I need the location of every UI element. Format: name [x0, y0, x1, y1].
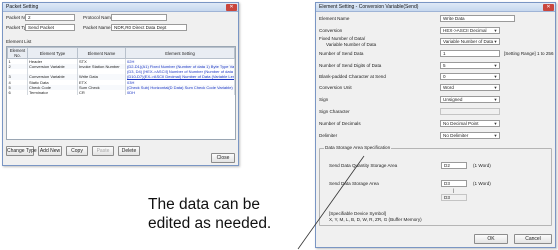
column-header[interactable]: Element No.	[7, 47, 28, 59]
ok-button[interactable]: OK	[474, 234, 508, 244]
protocol-name-field[interactable]	[111, 14, 167, 21]
element-setting-window: Element Setting - Conversion Variable(Se…	[315, 2, 556, 248]
data-storage-group-title: Data Storage Area Specification	[324, 145, 392, 151]
element-name-field[interactable]: Write Data	[440, 15, 515, 22]
setting-range-text: [Setting Range] 1 to 256	[504, 51, 554, 56]
paste-button[interactable]: Paste	[92, 146, 114, 156]
decimals-value: No Decimal Point	[443, 121, 479, 126]
conversion-unit-label: Conversion Unit	[319, 85, 352, 90]
packet-window-title: Packet Setting	[6, 4, 39, 10]
chevron-down-icon: ▼	[493, 97, 498, 102]
send-area-end-field: D3	[441, 194, 467, 201]
chevron-down-icon: ▼	[493, 121, 498, 126]
blank-padded-value: 0	[443, 74, 446, 79]
conversion-label: Conversion	[319, 28, 343, 33]
caption-line-2: edited as needed.	[148, 215, 272, 232]
conversion-select[interactable]: HEX->ASCII Decimal ▼	[440, 27, 500, 34]
element-list-table: Element No. Element Type Element Name El…	[6, 46, 236, 140]
chevron-down-icon: ▼	[493, 28, 498, 33]
number-of-send-data-label: Number of Send Data	[319, 51, 364, 56]
packet-type-field: Send Packet	[25, 24, 75, 31]
element-window-title: Element Setting - Conversion Variable(Se…	[319, 4, 419, 10]
protocol-name-label: Protocol Name	[83, 15, 114, 20]
sign-character-label: Sign Character	[319, 109, 350, 114]
send-quantity-field[interactable]: D2	[441, 162, 467, 169]
blank-padded-label: Blank-padded Character at Send	[319, 74, 386, 79]
column-header[interactable]: Element Name	[77, 47, 126, 59]
cell-no: 6	[7, 89, 28, 96]
send-area-unit: (1 Word)	[473, 181, 491, 186]
delimiter-select[interactable]: No Delimiter ▼	[440, 132, 500, 139]
chevron-down-icon: ▼	[493, 74, 498, 79]
fixed-variable-value: Variable Number of Data	[443, 39, 494, 44]
device-symbol-list: X, Y, M, L, B, D, W, R, ZR, G (Buffer Me…	[329, 217, 422, 222]
send-digits-select[interactable]: 5 ▼	[440, 62, 500, 69]
packet-setting-window: Packet Setting ✕ Packet No. 2 Protocol N…	[2, 2, 239, 166]
send-digits-value: 5	[443, 63, 446, 68]
fixed-variable-select[interactable]: Variable Number of Data ▼	[440, 38, 500, 45]
callout-caption: The data can be edited as needed.	[148, 195, 271, 233]
send-digits-label: Number of Send Digits of Data	[319, 63, 382, 68]
close-icon[interactable]: ✕	[226, 4, 237, 11]
packet-window-titlebar: Packet Setting ✕	[3, 3, 238, 12]
data-storage-groupbox: Data Storage Area Specification Send Dat…	[319, 145, 552, 226]
conversion-value: HEX->ASCII Decimal	[443, 28, 487, 33]
send-area-label: Send Data Storage Area	[329, 181, 379, 186]
cell-setting-link[interactable]: 0DH	[125, 89, 235, 96]
cell-name: CR	[77, 89, 126, 96]
column-header[interactable]: Element Setting	[125, 47, 235, 59]
delimiter-value: No Delimiter	[443, 133, 469, 138]
send-quantity-unit: (1 Word)	[473, 163, 491, 168]
add-new-button[interactable]: Add New	[38, 146, 62, 156]
cell-name: Invoke Station Number	[77, 64, 126, 70]
decimals-label: Number of Decimals	[319, 121, 361, 126]
number-of-send-data-field[interactable]: 1	[440, 50, 500, 57]
close-button[interactable]: Close	[211, 153, 235, 163]
column-header[interactable]: Element Type	[27, 47, 78, 59]
sign-label: Sign	[319, 97, 329, 102]
delete-button[interactable]: Delete	[118, 146, 140, 156]
blank-padded-select[interactable]: 0 ▼	[440, 73, 500, 80]
sign-select[interactable]: Unsigned ▼	[440, 96, 500, 103]
change-type-button[interactable]: Change Type	[6, 146, 37, 156]
table-header-row: Element No. Element Type Element Name El…	[7, 47, 235, 59]
chevron-down-icon: ▼	[493, 63, 498, 68]
packet-name-field[interactable]: NDR,R0 Direct Data Dept	[111, 24, 187, 31]
send-quantity-label: Send Data Quantity Storage Area	[329, 163, 398, 168]
packet-name-label: Packet Name	[83, 25, 111, 30]
close-icon[interactable]: ✕	[543, 4, 554, 11]
element-window-titlebar: Element Setting - Conversion Variable(Se…	[316, 3, 555, 12]
send-area-start-field[interactable]: D3	[441, 180, 467, 187]
packet-no-field[interactable]: 2	[25, 14, 75, 21]
conversion-unit-select[interactable]: Word ▼	[440, 84, 500, 91]
sign-value: Unsigned	[443, 97, 463, 102]
element-name-label: Element Name	[319, 16, 350, 21]
delimiter-label: Delimiter	[319, 133, 338, 138]
copy-button[interactable]: Copy	[66, 146, 88, 156]
chevron-down-icon: ▼	[493, 133, 498, 138]
decimals-select[interactable]: No Decimal Point ▼	[440, 120, 500, 127]
sign-character-field[interactable]	[440, 108, 500, 115]
fixed-number-label-line2: Variable Number of Data	[326, 42, 377, 47]
caption-line-1: The data can be	[148, 196, 261, 213]
cell-type: Terminator	[27, 89, 78, 96]
chevron-down-icon: ▼	[493, 85, 498, 90]
cancel-button[interactable]: Cancel	[514, 234, 552, 244]
cell-setting-link[interactable]: (D10-D7)(EX->ASCII Decimal) Number of Da…	[125, 74, 235, 80]
element-list-label: Element List	[6, 39, 32, 44]
cell-setting-link[interactable]: (Check Sub) Horizontal(D Data) Sum Check…	[125, 84, 235, 90]
chevron-down-icon: ▼	[493, 39, 498, 44]
table-row[interactable]: 6 Terminator CR 0DH	[7, 89, 235, 96]
conversion-unit-value: Word	[443, 85, 454, 90]
